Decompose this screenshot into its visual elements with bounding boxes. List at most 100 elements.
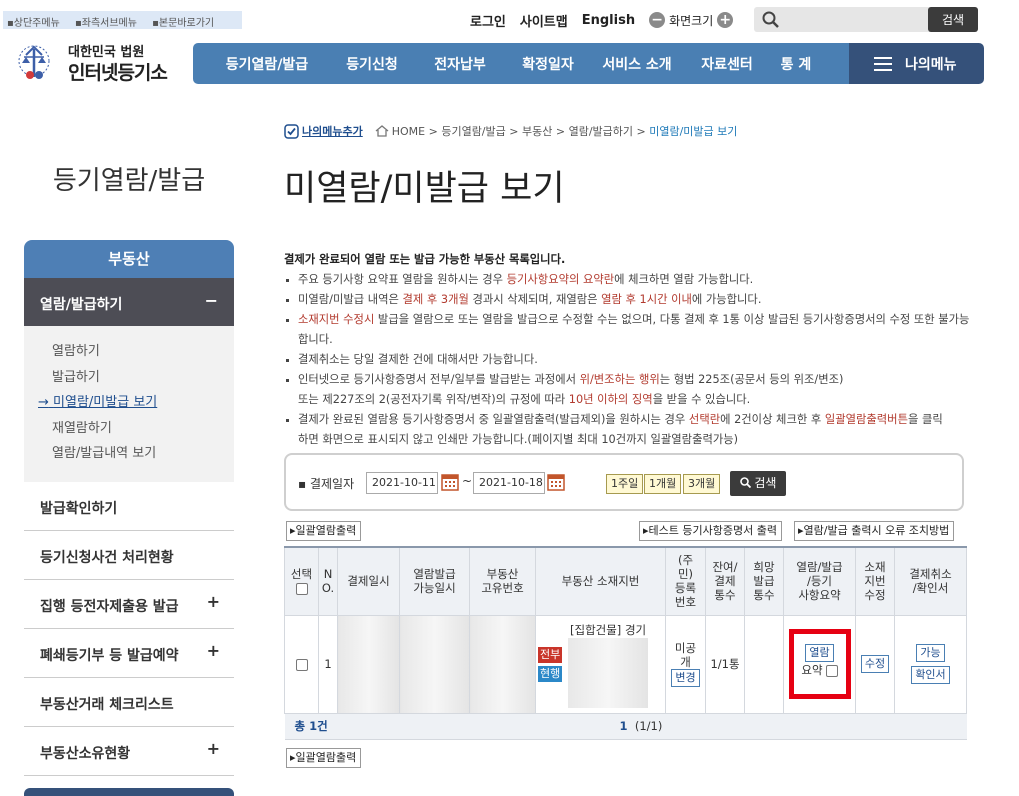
english-link[interactable]: English xyxy=(582,13,635,28)
calendar-icon[interactable] xyxy=(441,473,459,491)
site-logo[interactable]: 대한민국 법원 인터넷등기소 xyxy=(12,35,182,85)
skip-link-top-menu[interactable]: ▪상단주메뉴 xyxy=(7,18,66,29)
crumb-current: 미열람/미발급 보기 xyxy=(649,125,738,138)
bulk-print-button-bottom[interactable]: ▸일괄열람출력 xyxy=(286,748,362,768)
lnb-item-unviewed[interactable]: → 미열람/미발급 보기 xyxy=(24,391,234,417)
crumb-real-estate[interactable]: 부동산 xyxy=(522,123,552,139)
date-search-button[interactable]: 검색 xyxy=(730,471,786,496)
col-cancel: 결제취소 /확인서 xyxy=(894,546,967,616)
skip-link-left-menu[interactable]: ▪좌측서브메뉴 xyxy=(75,18,143,29)
nav-statistics[interactable]: 통 계 xyxy=(777,54,815,74)
col-address: 부동산 소재지번 xyxy=(535,546,666,616)
table-row: 1 전부 현행 [집합건물] 경기 미공 개 변경 1/1통 열람 요약 수정 … xyxy=(284,614,967,714)
expand-icon: + xyxy=(206,592,220,611)
lnb-next-section[interactable] xyxy=(24,788,234,796)
row-desired xyxy=(744,614,784,714)
info-row: 미열람/미발급 내역은 결제 후 3개월 경과시 삭제되며, 재열람은 열람 후… xyxy=(284,290,974,310)
lnb-menu-e-submit[interactable]: 집행 등전자제출용 발급 + xyxy=(24,580,234,629)
search-bar: 검색 xyxy=(754,7,978,32)
sitemap-link[interactable]: 사이트맵 xyxy=(520,11,568,30)
test-print-button[interactable]: ▸테스트 등기사항증명서 출력 xyxy=(639,521,782,541)
reg-status: 미공 개 xyxy=(674,641,697,669)
zoom-out-icon[interactable]: − xyxy=(649,12,666,28)
nav-fixed-date[interactable]: 확정일자 xyxy=(517,54,579,74)
lnb-item-history[interactable]: 열람/발급내역 보기 xyxy=(24,442,234,468)
page-summary: (1/1) xyxy=(634,719,663,733)
skip-link-content[interactable]: ▪본문바로가기 xyxy=(152,18,220,29)
lnb-menu-checklist[interactable]: 부동산거래 체크리스트 xyxy=(24,678,234,727)
row-payment-date-redacted xyxy=(337,614,400,714)
lnb-menu-issue-confirm[interactable]: 발급확인하기 xyxy=(24,482,234,531)
crumb-home[interactable]: HOME xyxy=(392,125,425,138)
row-available-date-redacted xyxy=(399,614,470,714)
col-reg-number: (주 민) 등록 번호 xyxy=(665,546,706,616)
row-cancel: 가능 확인서 xyxy=(894,614,967,714)
login-link[interactable]: 로그인 xyxy=(470,11,506,30)
lnb-menu-ownership[interactable]: 부동산소유현황 + xyxy=(24,727,234,776)
lnb-item-review[interactable]: 재열람하기 xyxy=(24,417,234,443)
row-address: 전부 현행 [집합건물] 경기 xyxy=(535,614,666,714)
zoom-control: − 화면크기 + xyxy=(649,12,734,29)
info-lead: 결제가 완료되어 열람 또는 발급 가능한 부동산 목록입니다. xyxy=(284,253,566,266)
nav-data-center[interactable]: 자료센터 xyxy=(695,54,759,74)
date-search-box: ▪ 결제일자 2021-10-11 ~ 2021-10-18 1주일 1개월 3… xyxy=(284,453,964,511)
summary-label: 요약 xyxy=(801,663,823,677)
col-view-summary: 열람/발급 /등기 사항요약 xyxy=(783,546,856,616)
calendar-icon[interactable] xyxy=(547,473,565,491)
certificate-button[interactable]: 확인서 xyxy=(911,666,950,684)
nav-registry-apply[interactable]: 등기신청 xyxy=(341,54,403,74)
lnb-sub-view-issue[interactable]: 열람/발급하기 − xyxy=(24,278,234,326)
expand-icon: + xyxy=(206,739,220,758)
date-to-input[interactable]: 2021-10-18 xyxy=(473,472,545,494)
hamburger-icon xyxy=(874,56,892,71)
search-button[interactable]: 검색 xyxy=(928,7,978,32)
nav-e-payment[interactable]: 전자납부 xyxy=(429,54,491,74)
lnb-menu-closed-reserve[interactable]: 폐쇄등기부 등 발급예약 + xyxy=(24,629,234,678)
crumb-view-issue[interactable]: 열람/발급하기 xyxy=(569,123,633,139)
highlight-box: 열람 요약 xyxy=(788,629,851,699)
address-text[interactable]: [집합건물] 경기 xyxy=(570,622,646,638)
info-row-cont: 하면 화면으로 표시되지 않고 인쇄만 가능합니다.(페이지별 최대 10건까지… xyxy=(298,433,739,446)
nav-registry-view[interactable]: 등기열람/발급 xyxy=(219,54,315,74)
lnb-menu-case-status[interactable]: 등기신청사건 처리현황 xyxy=(24,531,234,580)
row-property-id-redacted xyxy=(469,614,536,714)
search-input[interactable] xyxy=(784,10,924,29)
main-nav: 등기열람/발급 등기신청 전자납부 확정일자 서비스 소개 자료센터 통 계 xyxy=(193,43,849,84)
view-button[interactable]: 열람 xyxy=(805,644,834,662)
select-all-checkbox[interactable] xyxy=(295,582,308,595)
nav-service-intro[interactable]: 서비스 소개 xyxy=(597,54,677,74)
edit-button[interactable]: 수정 xyxy=(860,655,890,673)
info-row-cont: 합니다. xyxy=(298,333,333,346)
page-title: 미열람/미발급 보기 xyxy=(284,169,565,209)
lnb-item-view[interactable]: 열람하기 xyxy=(24,340,234,366)
add-my-menu-button[interactable]: 나의메뉴추가 xyxy=(284,123,363,139)
breadcrumb: 나의메뉴추가 HOME > 등기열람/발급 > 부동산 > 열람/발급하기 > … xyxy=(284,123,737,139)
col-address-edit: 소재 지번 수정 xyxy=(855,546,895,616)
lnb-item-issue[interactable]: 발급하기 xyxy=(24,366,234,392)
cancel-available-button[interactable]: 가능 xyxy=(916,644,945,662)
crumb-registry[interactable]: 등기열람/발급 xyxy=(441,123,505,139)
lnb-sub-label: 열람/발급하기 xyxy=(40,297,123,313)
info-row: 결제취소는 당일 결제한 건에 대해서만 가능합니다. xyxy=(284,350,974,370)
change-button[interactable]: 변경 xyxy=(671,669,700,687)
skip-links: ▪상단주메뉴 ▪좌측서브메뉴 ▪본문바로가기 xyxy=(3,11,242,29)
row-reg-number: 미공 개 변경 xyxy=(665,614,706,714)
unviewed-table: 선택 N O. 결제일시 열람발급 가능일시 부동산 고유번호 부동산 소재지번… xyxy=(284,546,967,740)
period-1week-button[interactable]: 1주일 xyxy=(606,474,644,494)
arrow-right-icon: → xyxy=(38,395,49,411)
summary-checkbox[interactable] xyxy=(825,664,838,677)
bulk-print-button[interactable]: ▸일괄열람출력 xyxy=(286,521,362,541)
zoom-in-icon[interactable]: + xyxy=(717,12,734,28)
info-row: 결제가 완료된 열람용 등기사항증명서 중 일괄열람출력(발급제외)을 원하시는… xyxy=(284,410,974,430)
date-from-input[interactable]: 2021-10-11 xyxy=(366,472,438,494)
total-count: 총 1건 xyxy=(284,712,400,740)
col-property-id: 부동산 고유번호 xyxy=(469,546,536,616)
period-1month-button[interactable]: 1개월 xyxy=(644,474,682,494)
page-current[interactable]: 1 xyxy=(620,719,628,733)
my-menu-button[interactable]: 나의메뉴 xyxy=(849,43,984,84)
lnb-category-real-estate[interactable]: 부동산 xyxy=(24,240,234,278)
error-fix-button[interactable]: ▸열람/발급 출력시 오류 조치방법 xyxy=(794,521,955,541)
period-3month-button[interactable]: 3개월 xyxy=(683,474,721,494)
row-checkbox[interactable] xyxy=(295,658,308,671)
info-notice: 결제가 완료되어 열람 또는 발급 가능한 부동산 목록입니다. 주요 등기사항… xyxy=(284,250,974,450)
